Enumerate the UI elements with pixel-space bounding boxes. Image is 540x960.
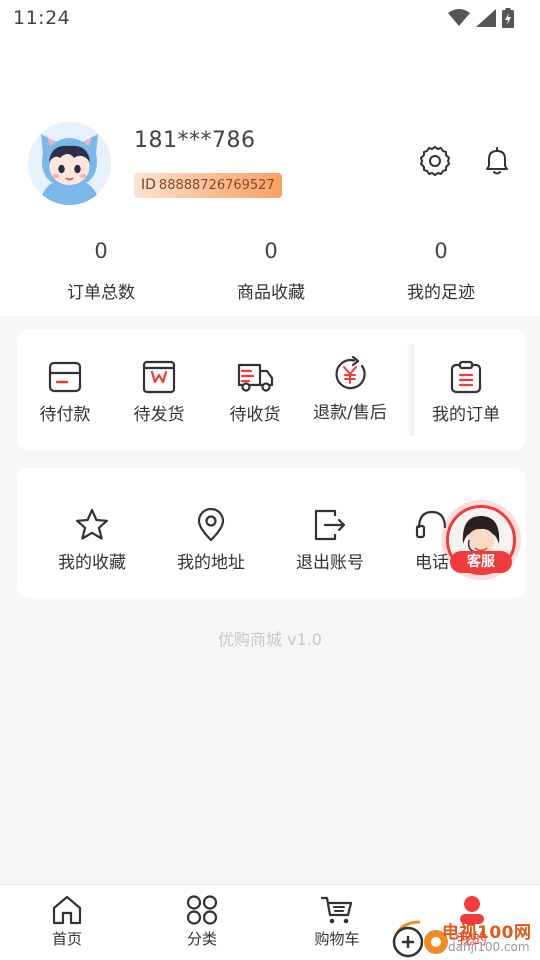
status-bar: 11:24 [0, 0, 540, 36]
service-label: 客服 [450, 551, 512, 573]
logout-icon [314, 509, 346, 541]
id-label: ID [141, 177, 156, 193]
customer-service-button[interactable]: 客服 [441, 500, 521, 580]
watermark: 电视100网 danji100.com [390, 916, 540, 960]
stat-label: 订单总数 [67, 283, 135, 303]
settings-button[interactable] [417, 143, 453, 179]
item-label: 我的地址 [177, 553, 245, 573]
stat-value: 0 [94, 239, 108, 263]
clipboard-icon [450, 360, 482, 394]
category-icon [186, 895, 218, 925]
app-version: 优购商城 v1.0 [217, 630, 322, 649]
tool-favorites[interactable]: 我的收藏 [44, 508, 140, 573]
nav-label: 首页 [51, 930, 82, 948]
stats-row: 0 订单总数 0 商品收藏 0 我的足迹 [0, 236, 540, 306]
gear-icon [420, 146, 450, 176]
stat-footprints[interactable]: 0 我的足迹 [371, 236, 511, 303]
item-label: 待发货 [133, 405, 185, 425]
signal-icon [476, 9, 496, 27]
tool-address[interactable]: 我的地址 [163, 508, 259, 573]
nav-label: 购物车 [314, 930, 360, 948]
bell-icon [486, 147, 508, 175]
nav-home[interactable]: 首页 [27, 895, 107, 949]
id-value: 88888726769527 [158, 178, 275, 193]
nav-cart[interactable]: 购物车 [297, 895, 377, 949]
stat-value: 0 [264, 239, 278, 263]
tool-logout[interactable]: 退出账号 [282, 508, 378, 573]
item-label: 退出账号 [296, 553, 364, 573]
order-pending-payment[interactable]: 待付款 [17, 360, 113, 425]
avatar[interactable] [28, 122, 111, 205]
stat-label: 我的足迹 [407, 283, 475, 303]
location-icon [197, 508, 225, 542]
wifi-icon [448, 9, 470, 26]
star-icon [75, 508, 109, 540]
all-orders[interactable]: 我的订单 [418, 360, 514, 425]
package-icon [142, 360, 176, 394]
stat-favorites[interactable]: 0 商品收藏 [201, 236, 341, 303]
item-label: 待收货 [229, 405, 281, 425]
item-label: 我的收藏 [58, 553, 126, 573]
cart-icon [320, 896, 353, 924]
nav-category[interactable]: 分类 [162, 895, 242, 949]
order-card: 待付款 待发货 待收货 退款/售后 我的订单 [17, 329, 526, 451]
user-id-badge: ID 88888726769527 [134, 173, 282, 198]
watermark-en: danji100.com [448, 940, 530, 954]
battery-icon [502, 8, 514, 28]
wallet-icon [48, 361, 82, 393]
stat-label: 商品收藏 [237, 283, 305, 303]
item-label: 我的订单 [432, 405, 500, 425]
home-icon [52, 895, 82, 925]
item-label: 退款/售后 [313, 403, 387, 423]
status-time: 11:24 [13, 7, 71, 29]
divider [406, 344, 414, 436]
nav-label: 分类 [186, 930, 217, 948]
order-pending-shipment[interactable]: 待发货 [111, 360, 207, 425]
stat-order-total[interactable]: 0 订单总数 [31, 236, 171, 303]
user-phone: 181***786 [134, 128, 256, 153]
avatar-image [28, 122, 111, 205]
stat-value: 0 [434, 239, 448, 263]
item-label: 待付款 [39, 405, 91, 425]
notifications-button[interactable] [479, 143, 515, 179]
status-icons [448, 8, 514, 28]
truck-icon [237, 363, 274, 392]
refund-icon [335, 356, 366, 390]
order-pending-receipt[interactable]: 待收货 [207, 360, 303, 425]
order-refund[interactable]: 退款/售后 [302, 356, 398, 423]
